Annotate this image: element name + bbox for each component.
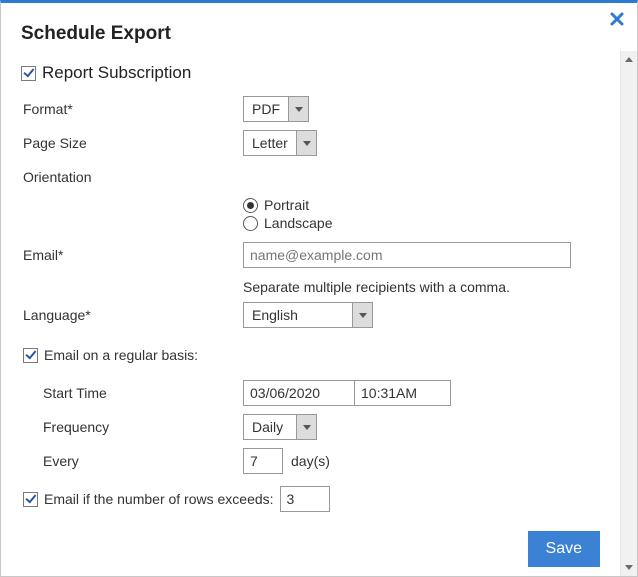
dialog-content: Report Subscription Format* PDF Page Siz… [1, 51, 620, 576]
dialog-title: Schedule Export [21, 23, 617, 45]
format-label: Format* [21, 101, 243, 117]
orientation-label: Orientation [21, 169, 243, 185]
orientation-portrait-radio[interactable] [243, 198, 258, 213]
save-button[interactable]: Save [528, 531, 600, 567]
orientation-landscape-label: Landscape [264, 215, 333, 231]
rows-threshold-label: Email if the number of rows exceeds: [44, 491, 274, 507]
close-icon [609, 11, 625, 27]
rows-threshold-checkbox[interactable] [23, 492, 38, 507]
language-value: English [244, 303, 352, 327]
page-size-label: Page Size [21, 135, 243, 151]
email-label: Email* [21, 247, 243, 263]
every-label: Every [21, 453, 243, 469]
chevron-down-icon [625, 565, 633, 570]
chevron-down-icon [296, 415, 316, 439]
scroll-up-button[interactable] [621, 51, 637, 68]
schedule-export-dialog: Schedule Export Report Subscription Form… [0, 0, 638, 577]
orientation-portrait-label: Portrait [264, 197, 309, 213]
email-regular-label: Email on a regular basis: [44, 347, 198, 363]
report-subscription-label: Report Subscription [42, 63, 191, 83]
email-hint: Separate multiple recipients with a comm… [243, 279, 600, 295]
scroll-down-button[interactable] [621, 559, 637, 576]
close-button[interactable] [609, 11, 627, 29]
start-time-input[interactable] [355, 380, 451, 406]
language-label: Language* [21, 307, 243, 323]
rows-threshold-input[interactable] [280, 486, 330, 512]
format-select[interactable]: PDF [243, 96, 309, 122]
email-regular-checkbox[interactable] [23, 348, 38, 363]
orientation-landscape-radio[interactable] [243, 216, 258, 231]
chevron-up-icon [625, 57, 633, 62]
chevron-down-icon [296, 131, 316, 155]
format-value: PDF [244, 97, 288, 121]
vertical-scrollbar[interactable] [620, 51, 637, 576]
page-size-value: Letter [244, 131, 296, 155]
every-unit-label: day(s) [291, 453, 330, 469]
email-input[interactable] [243, 242, 571, 268]
start-time-label: Start Time [21, 385, 243, 401]
frequency-select[interactable]: Daily [243, 414, 317, 440]
chevron-down-icon [352, 303, 372, 327]
frequency-value: Daily [244, 415, 296, 439]
language-select[interactable]: English [243, 302, 373, 328]
start-date-input[interactable] [243, 380, 355, 406]
frequency-label: Frequency [21, 419, 243, 435]
page-size-select[interactable]: Letter [243, 130, 317, 156]
report-subscription-checkbox[interactable] [21, 66, 36, 81]
every-value-input[interactable] [243, 448, 283, 474]
chevron-down-icon [288, 97, 308, 121]
dialog-titlebar: Schedule Export [1, 3, 637, 51]
